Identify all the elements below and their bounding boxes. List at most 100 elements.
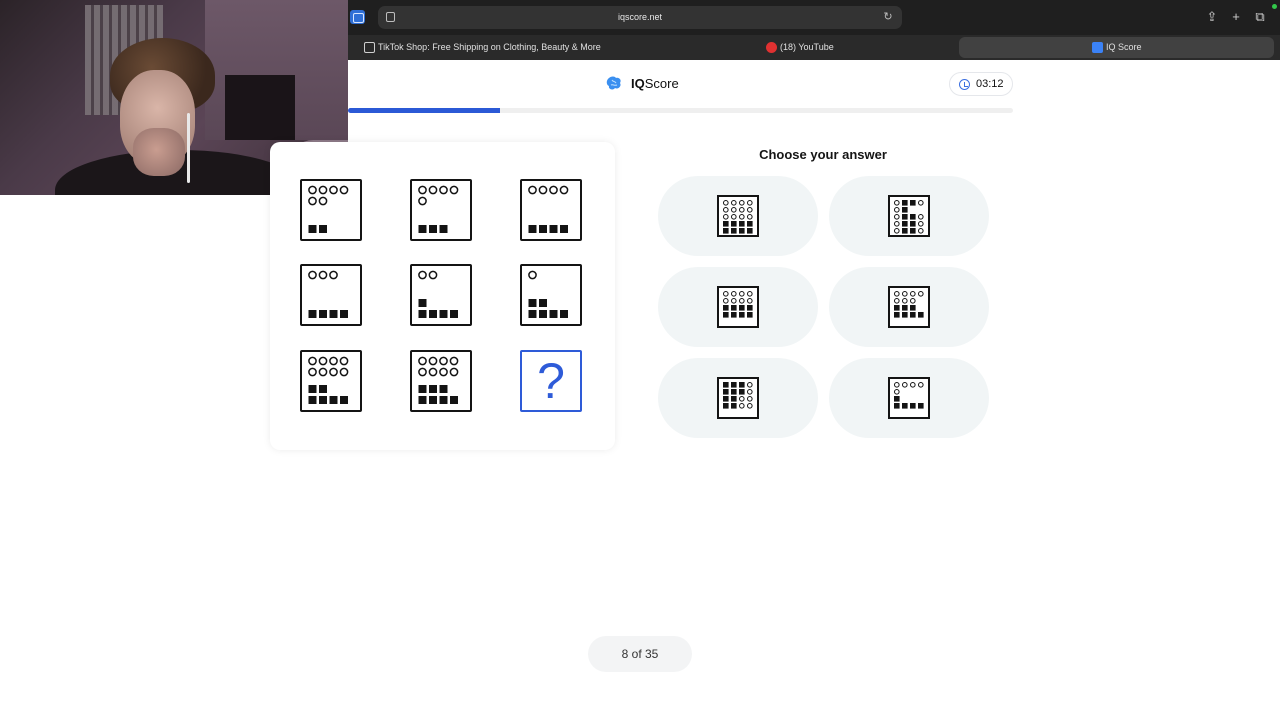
screen: iqscore.net ↻ ⇪ + ⧉ TikTok Shop: Free Sh… bbox=[0, 0, 1280, 720]
share-icon[interactable]: ⇪ bbox=[1205, 9, 1219, 25]
circle-mark bbox=[894, 228, 900, 234]
answer-option-3[interactable] bbox=[658, 267, 818, 347]
circle-mark bbox=[723, 298, 729, 304]
circle-mark bbox=[739, 291, 745, 297]
circle-mark bbox=[894, 389, 900, 395]
answer-option-5[interactable] bbox=[658, 358, 818, 438]
answer-figure bbox=[888, 377, 930, 419]
square-mark bbox=[319, 396, 327, 404]
square-mark bbox=[418, 396, 427, 404]
square-mark bbox=[429, 396, 437, 404]
reload-icon[interactable]: ↻ bbox=[881, 10, 895, 24]
circle-mark bbox=[318, 356, 328, 366]
square-mark bbox=[894, 396, 900, 402]
circle-mark bbox=[894, 200, 900, 206]
address-bar[interactable]: iqscore.net ↻ bbox=[378, 6, 902, 29]
square-mark bbox=[549, 310, 558, 318]
square-mark bbox=[340, 396, 348, 404]
circle-mark bbox=[329, 367, 338, 377]
square-mark bbox=[308, 225, 317, 233]
circle-mark bbox=[902, 291, 908, 297]
square-mark bbox=[450, 310, 458, 318]
circle-mark bbox=[739, 298, 745, 304]
sidebar-toggle-icon[interactable] bbox=[350, 10, 365, 24]
circle-mark bbox=[308, 196, 317, 206]
circle-mark bbox=[528, 270, 537, 280]
progress-fill bbox=[348, 108, 500, 113]
logo-text: IQScore bbox=[631, 76, 679, 91]
new-tab-icon[interactable]: + bbox=[1229, 9, 1243, 25]
tab-tiktok[interactable]: TikTok Shop: Free Shipping on Clothing, … bbox=[358, 37, 738, 58]
circle-mark bbox=[308, 270, 317, 280]
circle-mark bbox=[910, 291, 916, 297]
circle-mark bbox=[418, 196, 427, 206]
square-mark bbox=[528, 299, 537, 307]
square-mark bbox=[747, 312, 753, 318]
tab-youtube[interactable]: (18) YouTube bbox=[760, 37, 940, 58]
answer-figure bbox=[717, 286, 759, 328]
square-mark bbox=[910, 214, 916, 220]
circle-mark bbox=[747, 214, 753, 220]
circle-mark bbox=[308, 185, 317, 195]
answer-option-4[interactable] bbox=[829, 267, 989, 347]
tab-label: IQ Score bbox=[1106, 42, 1142, 52]
circle-mark bbox=[308, 356, 317, 366]
circle-mark bbox=[747, 200, 753, 206]
tab-iq-score[interactable]: IQ Score bbox=[959, 37, 1274, 58]
square-mark bbox=[918, 403, 924, 409]
circle-mark bbox=[894, 221, 900, 227]
square-mark bbox=[731, 305, 737, 311]
matrix-cell bbox=[300, 179, 362, 241]
square-mark bbox=[731, 396, 737, 402]
square-mark bbox=[429, 385, 437, 393]
circle-mark bbox=[747, 403, 753, 409]
circle-mark bbox=[739, 214, 745, 220]
countdown-timer: 03:12 bbox=[949, 72, 1013, 96]
square-mark bbox=[902, 312, 908, 318]
matrix-cell bbox=[520, 264, 582, 326]
recording-indicator bbox=[1272, 4, 1277, 9]
circle-mark bbox=[747, 298, 753, 304]
circle-mark bbox=[329, 185, 338, 195]
circle-mark bbox=[894, 207, 900, 213]
square-mark bbox=[747, 228, 753, 234]
square-mark bbox=[902, 221, 908, 227]
square-mark bbox=[739, 305, 745, 311]
circle-mark bbox=[918, 228, 924, 234]
progress-bar bbox=[348, 108, 1013, 113]
square-mark bbox=[739, 228, 745, 234]
square-mark bbox=[418, 225, 427, 233]
circle-mark bbox=[418, 185, 427, 195]
square-mark bbox=[723, 403, 729, 409]
circle-mark bbox=[910, 298, 916, 304]
square-mark bbox=[731, 312, 737, 318]
circle-mark bbox=[339, 367, 349, 377]
circle-mark bbox=[747, 396, 753, 402]
circle-mark bbox=[318, 367, 328, 377]
circle-mark bbox=[739, 207, 745, 213]
square-mark bbox=[319, 385, 327, 393]
circle-mark bbox=[449, 356, 459, 366]
circle-mark bbox=[747, 389, 753, 395]
circle-mark bbox=[894, 291, 900, 297]
puzzle-matrix: ? bbox=[270, 142, 615, 450]
circle-mark bbox=[549, 185, 558, 195]
circle-mark bbox=[339, 356, 349, 366]
answer-option-2[interactable] bbox=[829, 176, 989, 256]
answer-option-6[interactable] bbox=[829, 358, 989, 438]
square-mark bbox=[308, 385, 317, 393]
square-mark bbox=[723, 221, 729, 227]
answer-figure bbox=[717, 377, 759, 419]
square-mark bbox=[308, 396, 317, 404]
square-mark bbox=[429, 225, 437, 233]
tab-overview-icon[interactable]: ⧉ bbox=[1253, 9, 1267, 25]
square-mark bbox=[528, 225, 537, 233]
square-mark bbox=[747, 305, 753, 311]
circle-mark bbox=[339, 185, 349, 195]
youtube-icon bbox=[766, 42, 777, 53]
square-mark bbox=[910, 403, 916, 409]
square-mark bbox=[329, 396, 338, 404]
matrix-cell bbox=[520, 179, 582, 241]
circle-mark bbox=[731, 200, 737, 206]
answer-option-1[interactable] bbox=[658, 176, 818, 256]
